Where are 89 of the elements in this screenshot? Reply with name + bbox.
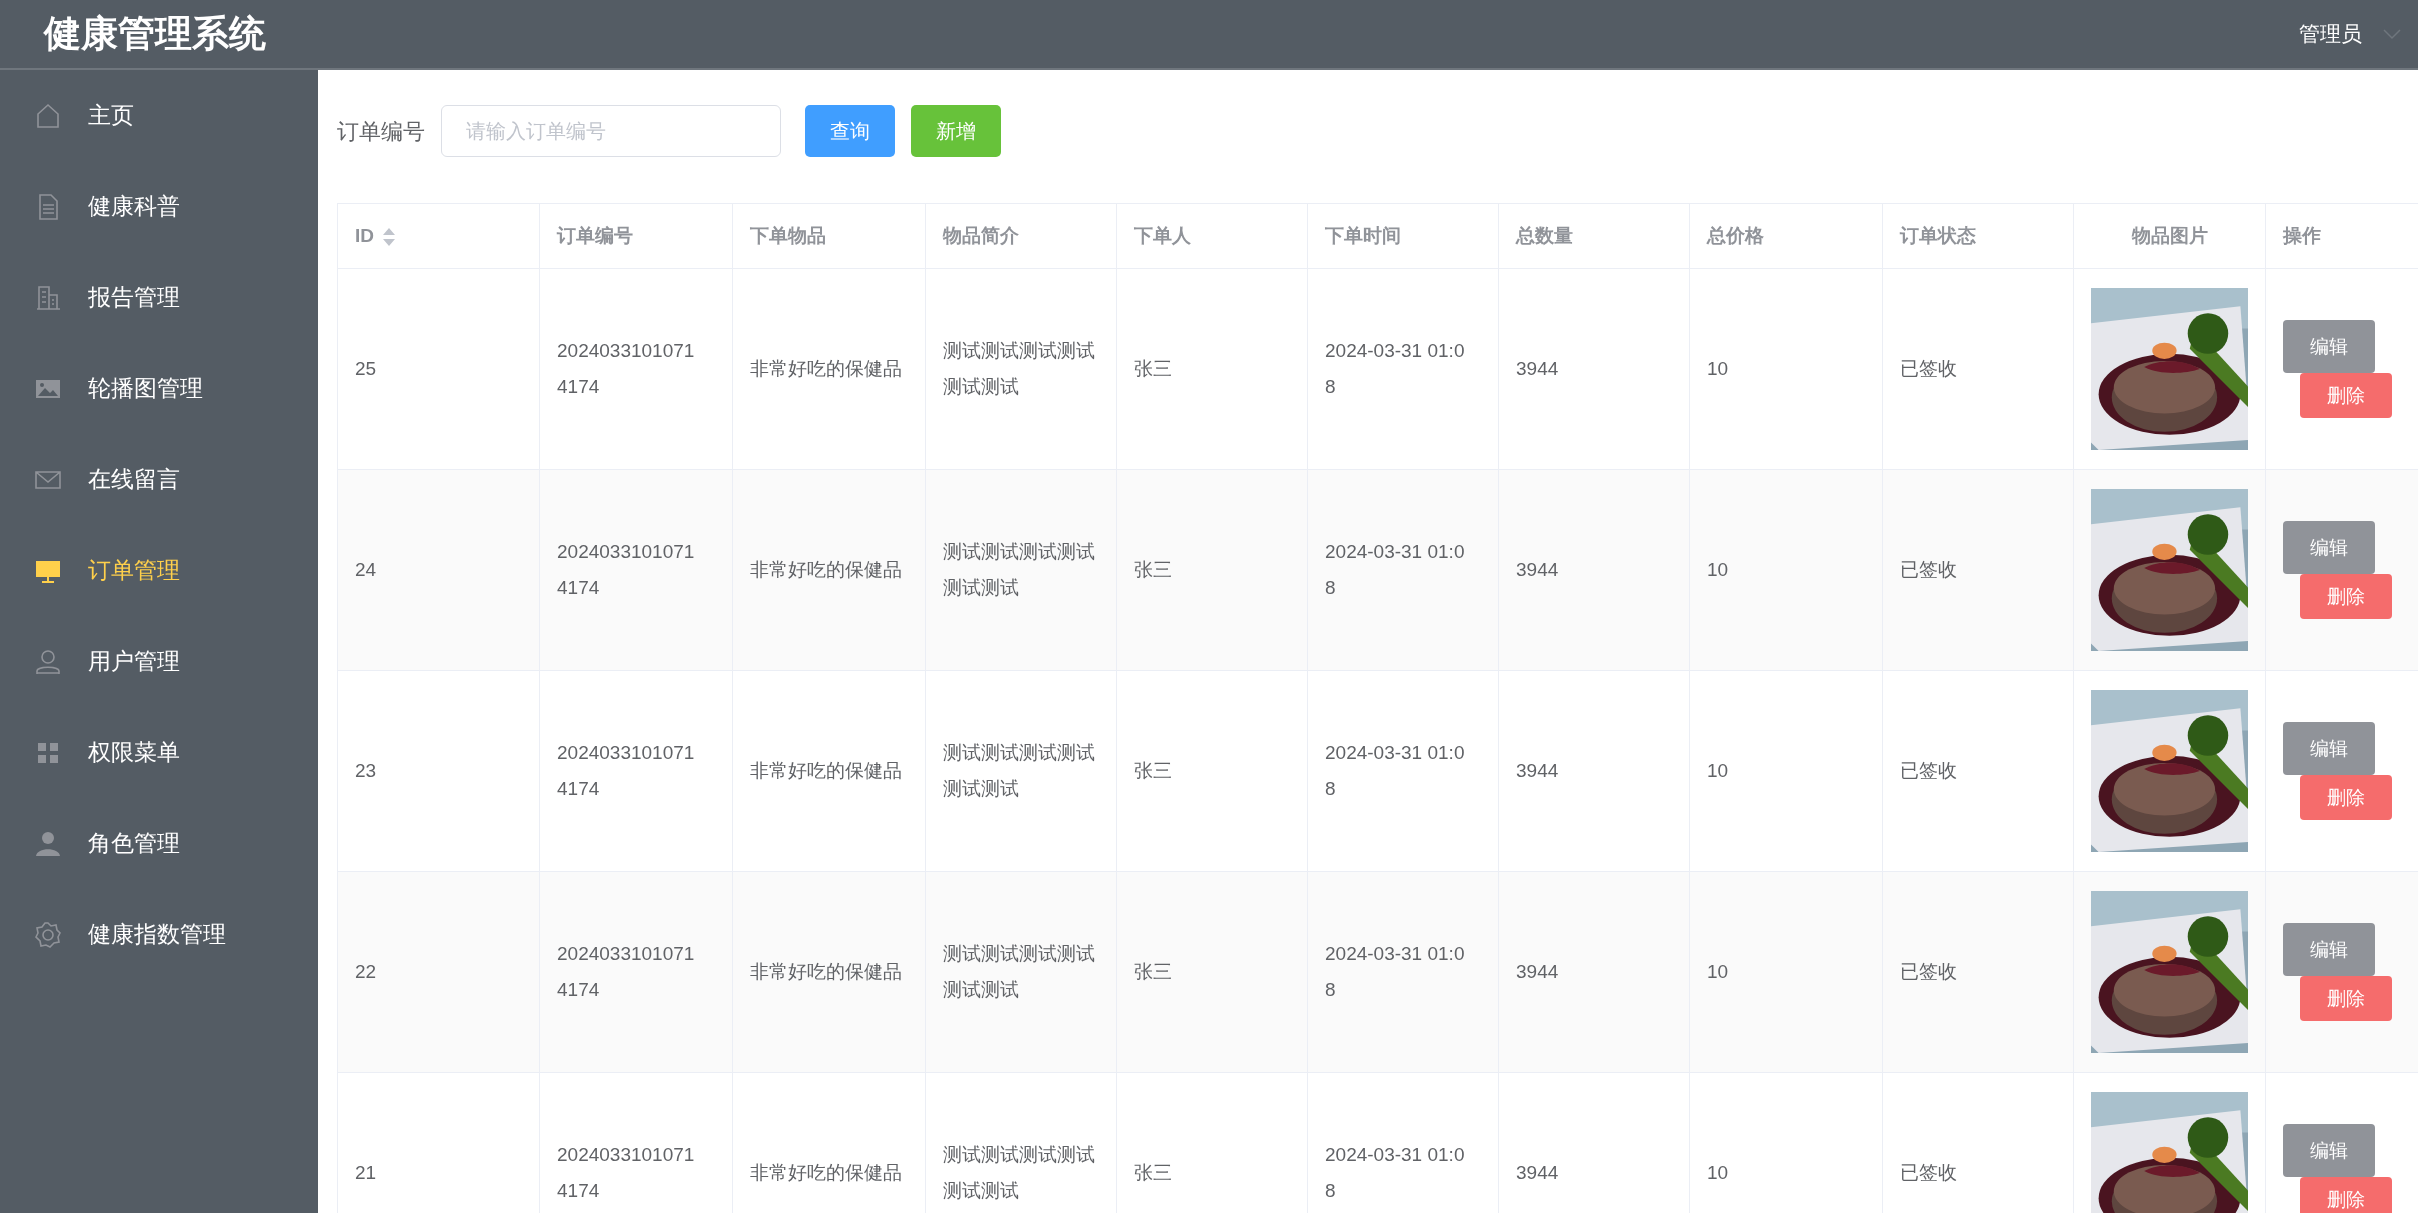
- table-cell: 3944: [1516, 1162, 1559, 1183]
- table-cell: 10: [1707, 559, 1729, 580]
- column-header: 总数量: [1516, 225, 1573, 246]
- edit-button[interactable]: 编辑: [2283, 923, 2375, 976]
- table-cell: 10: [1707, 358, 1729, 379]
- column-header: 下单物品: [750, 225, 826, 246]
- table-cell: 20240331010714174: [557, 943, 695, 1000]
- delete-button[interactable]: 删除: [2300, 574, 2392, 619]
- table-cell: 2024-03-31 01:08: [1325, 340, 1465, 397]
- table-cell: 非常好吃的保健品: [750, 358, 902, 379]
- table-cell: 24: [355, 559, 377, 580]
- sidebar-item[interactable]: 订单管理: [0, 525, 318, 616]
- table-cell: 测试测试测试测试测试测试: [943, 943, 1095, 1000]
- table-cell: 20240331010714174: [557, 1144, 695, 1201]
- table-cell: 已签收: [1900, 760, 1957, 781]
- user-icon: [34, 647, 62, 676]
- sidebar-item[interactable]: 轮播图管理: [0, 343, 318, 434]
- table-cell: 2024-03-31 01:08: [1325, 742, 1465, 799]
- column-header: 订单编号: [557, 225, 633, 246]
- table-cell: 3944: [1516, 358, 1559, 379]
- column-header[interactable]: ID: [355, 225, 374, 246]
- gear-icon: [34, 920, 62, 949]
- home-icon: [34, 101, 62, 130]
- column-header: 物品简介: [943, 225, 1019, 246]
- column-header: 总价格: [1707, 225, 1764, 246]
- table-cell: 2024-03-31 01:08: [1325, 541, 1465, 598]
- table-cell: 3944: [1516, 559, 1559, 580]
- table-cell: 21: [355, 1162, 377, 1183]
- table-cell: 测试测试测试测试测试测试: [943, 742, 1095, 799]
- table-cell: 2024-03-31 01:08: [1325, 1144, 1465, 1201]
- table-cell: 张三: [1134, 559, 1172, 580]
- sidebar-item[interactable]: 主页: [0, 70, 318, 161]
- table-cell: 已签收: [1900, 1162, 1957, 1183]
- delete-button[interactable]: 删除: [2300, 976, 2392, 1021]
- table-cell: 已签收: [1900, 358, 1957, 379]
- table-cell: 测试测试测试测试测试测试: [943, 1144, 1095, 1201]
- search-field[interactable]: 请输入订单编号: [441, 105, 781, 157]
- table-cell: 2024-03-31 01:08: [1325, 943, 1465, 1000]
- table-cell: 10: [1707, 760, 1729, 781]
- table-cell: 非常好吃的保健品: [750, 1162, 902, 1183]
- table-cell: 非常好吃的保健品: [750, 961, 902, 982]
- table-cell: 20240331010714174: [557, 742, 695, 799]
- sidebar-item[interactable]: 报告管理: [0, 252, 318, 343]
- table-cell: 3944: [1516, 760, 1559, 781]
- table-cell: 张三: [1134, 358, 1172, 379]
- table-cell: 张三: [1134, 961, 1172, 982]
- column-header: 操作: [2283, 225, 2321, 246]
- building-icon: [34, 283, 62, 312]
- edit-button[interactable]: 编辑: [2283, 722, 2375, 775]
- table-cell: 25: [355, 358, 377, 379]
- table-cell: 已签收: [1900, 961, 1957, 982]
- table-cell: 20240331010714174: [557, 340, 695, 397]
- add-button[interactable]: 新增: [911, 105, 1001, 157]
- edit-button[interactable]: 编辑: [2283, 320, 2375, 373]
- table-cell: 张三: [1134, 1162, 1172, 1183]
- table-cell: 3944: [1516, 961, 1559, 982]
- delete-button[interactable]: 删除: [2300, 373, 2392, 418]
- sort-icon[interactable]: [382, 226, 396, 248]
- search-label: 订单编号: [337, 117, 425, 146]
- person-icon: [34, 829, 62, 858]
- delete-button[interactable]: 删除: [2300, 775, 2392, 820]
- table-cell: 张三: [1134, 760, 1172, 781]
- sidebar-item[interactable]: 健康科普: [0, 161, 318, 252]
- column-header: 物品图片: [2131, 225, 2208, 246]
- table-cell: 非常好吃的保健品: [750, 760, 902, 781]
- table-cell: 22: [355, 961, 377, 982]
- user-menu[interactable]: 管理员: [2299, 18, 2362, 50]
- sidebar-item[interactable]: 在线留言: [0, 434, 318, 525]
- chevron-down-icon[interactable]: [2382, 27, 2402, 41]
- sidebar-item[interactable]: 用户管理: [0, 616, 318, 707]
- column-header: 订单状态: [1900, 225, 1976, 246]
- table-cell: 23: [355, 760, 377, 781]
- edit-button[interactable]: 编辑: [2283, 521, 2375, 574]
- table-cell: 非常好吃的保健品: [750, 559, 902, 580]
- edit-button[interactable]: 编辑: [2283, 1124, 2375, 1177]
- query-button[interactable]: 查询: [805, 105, 895, 157]
- table-cell: 测试测试测试测试测试测试: [943, 541, 1095, 598]
- table-cell: 10: [1707, 961, 1729, 982]
- table-cell: 测试测试测试测试测试测试: [943, 340, 1095, 397]
- delete-button[interactable]: 删除: [2300, 1177, 2392, 1213]
- table-cell: 10: [1707, 1162, 1729, 1183]
- table-cell: 20240331010714174: [557, 541, 695, 598]
- sidebar-item[interactable]: 角色管理: [0, 798, 318, 889]
- column-header: 下单时间: [1325, 225, 1401, 246]
- table-cell: 已签收: [1900, 559, 1957, 580]
- app-title: 健康管理系统: [44, 12, 266, 57]
- column-header: 下单人: [1134, 225, 1191, 246]
- sidebar-item[interactable]: 健康指数管理: [0, 889, 318, 980]
- sidebar-item[interactable]: 权限菜单: [0, 707, 318, 798]
